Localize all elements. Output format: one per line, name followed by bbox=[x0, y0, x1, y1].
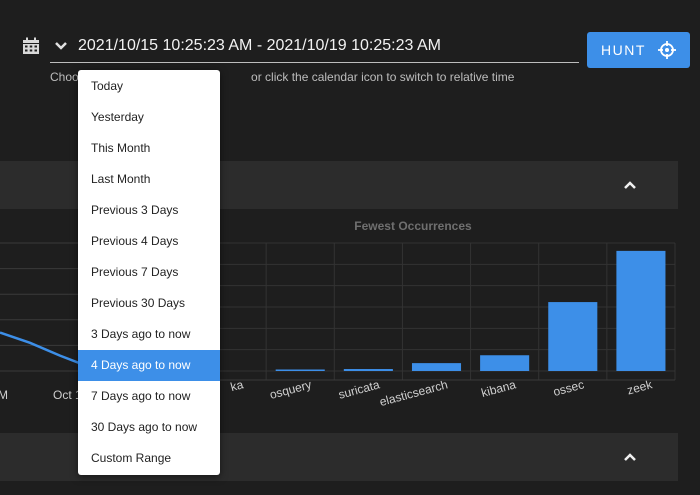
hint-left: Choo bbox=[50, 70, 79, 84]
dropdown-item[interactable]: Last Month bbox=[78, 164, 220, 195]
bar bbox=[275, 369, 325, 371]
x-tick-label: M bbox=[0, 388, 8, 402]
dropdown-item[interactable]: 3 Days ago to now bbox=[78, 319, 220, 350]
dropdown-item[interactable]: 7 Days ago to now bbox=[78, 381, 220, 412]
date-range-dropdown: Today Yesterday This Month Last Month Previo… bbox=[78, 70, 220, 475]
hunt-button[interactable]: HUNT bbox=[587, 32, 690, 68]
crosshair-icon bbox=[657, 41, 676, 59]
chevron-down-icon[interactable] bbox=[54, 40, 68, 52]
line-series bbox=[0, 331, 91, 369]
line-chart: M Oct 1 bbox=[0, 242, 91, 402]
chevron-up-icon[interactable] bbox=[622, 179, 638, 191]
bar bbox=[548, 302, 598, 371]
x-tick-label: elasticsearch bbox=[378, 377, 449, 409]
hint-right: or click the calendar icon to switch to … bbox=[247, 70, 515, 84]
bar-chart: Fewest Occurrenceska osquery suricataelast… bbox=[197, 219, 676, 409]
chart-title: Fewest Occurrences bbox=[354, 219, 472, 233]
bar bbox=[411, 363, 462, 371]
calendar-icon[interactable] bbox=[22, 37, 40, 55]
dropdown-item[interactable]: Custom Range bbox=[78, 443, 220, 474]
hunt-button-label: HUNT bbox=[601, 42, 646, 58]
chevron-up-icon[interactable] bbox=[622, 451, 638, 463]
dropdown-item[interactable]: Previous 4 Days bbox=[78, 226, 220, 257]
x-tick-label: kibana bbox=[480, 377, 518, 400]
x-tick-label: ossec bbox=[552, 377, 586, 399]
dropdown-item[interactable]: Previous 7 Days bbox=[78, 257, 220, 288]
bar bbox=[480, 355, 530, 371]
dropdown-item[interactable]: Previous 3 Days bbox=[78, 195, 220, 226]
dropdown-item[interactable]: Today bbox=[78, 71, 220, 102]
bar bbox=[343, 369, 393, 371]
x-tick-label: osquery bbox=[268, 377, 313, 402]
dropdown-item[interactable]: 30 Days ago to now bbox=[78, 412, 220, 443]
dropdown-item[interactable]: Yesterday bbox=[78, 102, 220, 133]
dropdown-item[interactable]: 4 Days ago to now bbox=[78, 350, 220, 381]
bar bbox=[616, 250, 666, 371]
dropdown-item[interactable]: This Month bbox=[78, 133, 220, 164]
date-range-value[interactable]: 2021/10/15 10:25:23 AM - 2021/10/19 10:2… bbox=[78, 37, 441, 55]
x-tick-label: suricata bbox=[337, 377, 382, 401]
dropdown-item[interactable]: Previous 30 Days bbox=[78, 288, 220, 319]
